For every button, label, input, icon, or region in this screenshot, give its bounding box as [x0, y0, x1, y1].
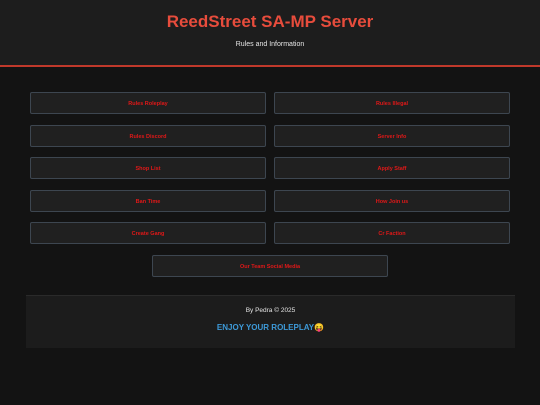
how-join-button[interactable]: How Join us: [274, 190, 510, 212]
rules-illegal-button[interactable]: Rules Illegal: [274, 92, 510, 114]
page-title: ReedStreet SA-MP Server: [166, 12, 374, 31]
apply-staff-button[interactable]: Apply Staff: [274, 157, 510, 179]
team-social-media-button[interactable]: Our Team Social Media: [152, 255, 388, 277]
server-info-button[interactable]: Server Info: [274, 125, 510, 147]
shop-list-button[interactable]: Shop List: [30, 157, 266, 179]
rules-discord-button[interactable]: Rules Discord: [30, 125, 266, 147]
footer-tagline: ENJOY YOUR ROLEPLAY😝: [216, 323, 325, 332]
page-header: ReedStreet SA-MP Server Rules and Inform…: [0, 0, 540, 67]
create-gang-button[interactable]: Create Gang: [30, 222, 266, 244]
footer-credit: By Pedra © 2025: [245, 307, 296, 314]
cr-faction-button[interactable]: Cr Faction: [274, 222, 510, 244]
page-footer: By Pedra © 2025 ENJOY YOUR ROLEPLAY😝: [26, 295, 515, 348]
rules-roleplay-button[interactable]: Rules Roleplay: [30, 92, 266, 114]
ban-time-button[interactable]: Ban Time: [30, 190, 266, 212]
page-subtitle: Rules and Information: [235, 41, 305, 48]
